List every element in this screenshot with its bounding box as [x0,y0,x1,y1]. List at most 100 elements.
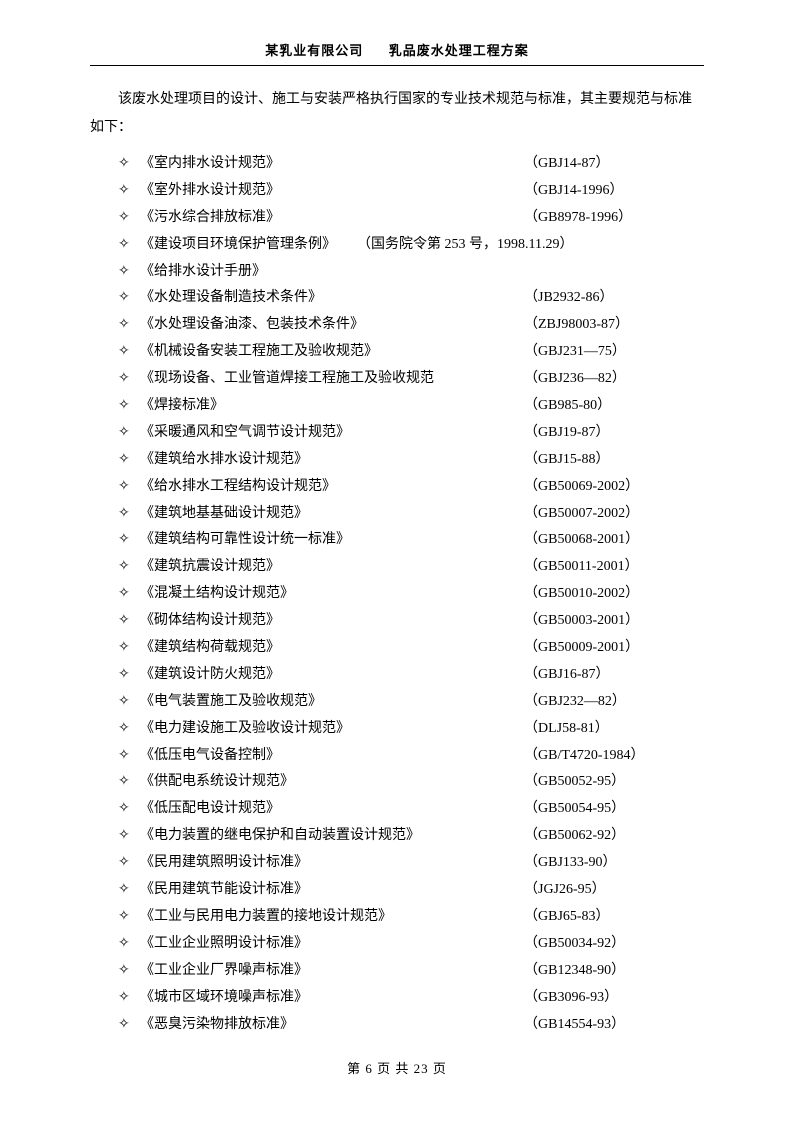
diamond-bullet-icon: ✧ [118,849,140,875]
standard-title: 《混凝土结构设计规范》 [140,581,294,607]
diamond-bullet-icon: ✧ [118,661,140,687]
diamond-bullet-icon: ✧ [118,903,140,929]
list-item: ✧《室外排水设计规范》（GBJ14-1996） [90,177,704,204]
page-header: 某乳业有限公司 乳品废水处理工程方案 [90,40,704,59]
standard-code: （GBJ16-87） [524,662,704,688]
page: 某乳业有限公司 乳品废水处理工程方案 该废水处理项目的设计、施工与安装严格执行国… [0,0,794,1037]
standard-code: （GBJ133-90） [524,850,704,876]
list-item: ✧《电气装置施工及验收规范》 （GBJ232—82） [90,688,704,715]
standard-title: 《建筑结构可靠性设计统一标准》 [140,527,350,553]
diamond-bullet-icon: ✧ [118,688,140,714]
diamond-bullet-icon: ✧ [118,392,140,418]
standard-code: （GB/T4720-1984） [524,743,704,769]
standard-code: （GB50068-2001） [524,527,704,553]
standard-code: （GB3096-93） [524,985,704,1011]
header-left: 某乳业有限公司 [265,43,363,58]
standard-code: （GB50034-92） [524,931,704,957]
standard-title: 《工业企业照明设计标准》 [140,931,308,957]
standard-code: （GBJ236—82） [524,366,704,392]
list-item: ✧《电力装置的继电保护和自动装置设计规范》（GB50062-92） [90,822,704,849]
standard-code: （GBJ232—82） [524,689,704,715]
diamond-bullet-icon: ✧ [118,258,140,284]
diamond-bullet-icon: ✧ [118,876,140,902]
standard-title: 《工业与民用电力装置的接地设计规范》 [140,904,392,930]
footer-page-num: 6 [365,1061,373,1076]
standard-title: 《水处理设备油漆、包装技术条件》 [140,312,364,338]
diamond-bullet-icon: ✧ [118,822,140,848]
diamond-bullet-icon: ✧ [118,553,140,579]
list-item: ✧《建设项目环境保护管理条例》（国务院令第 253 号，1998.11.29） [90,231,704,258]
list-item: ✧《城市区域环境噪声标准》 （GB3096-93） [90,984,704,1011]
standard-title: 《污水综合排放标准》 [140,205,280,231]
standard-title: 《电力建设施工及验收设计规范》 [140,716,350,742]
standard-title: 《低压配电设计规范》 [140,796,280,822]
standard-title: 《恶臭污染物排放标准》 [140,1012,294,1038]
list-item: ✧《建筑设计防火规范》（GBJ16-87） [90,661,704,688]
diamond-bullet-icon: ✧ [118,580,140,606]
diamond-bullet-icon: ✧ [118,365,140,391]
header-divider [90,65,704,66]
standards-list: ✧《室内排水设计规范》（GBJ14-87）✧《室外排水设计规范》（GBJ14-1… [90,150,704,1037]
standard-code: （GBJ231—75） [524,339,704,365]
standard-code: （GBJ19-87） [524,420,704,446]
diamond-bullet-icon: ✧ [118,204,140,230]
list-item: ✧《建筑抗震设计规范》 （GB50011-2001） [90,553,704,580]
standard-title: 《城市区域环境噪声标准》 [140,985,308,1011]
list-item: ✧《工业企业照明设计标准》 （GB50034-92） [90,930,704,957]
standard-code: （GBJ65-83） [524,904,704,930]
standard-title: 《建筑结构荷载规范》 [140,635,280,661]
standard-code: （GB50007-2002） [524,501,704,527]
list-item: ✧《水处理设备油漆、包装技术条件》（ZBJ98003-87） [90,311,704,338]
standard-title: 《建筑给水排水设计规范》 [140,447,308,473]
standard-title: 《建筑抗震设计规范》 [140,554,280,580]
standard-title: 《电气装置施工及验收规范》 [140,689,322,715]
list-item: ✧《民用建筑照明设计标准》（GBJ133-90） [90,849,704,876]
list-item: ✧《采暖通风和空气调节设计规范》（GBJ19-87） [90,419,704,446]
list-item: ✧《低压配电设计规范》（GB50054-95） [90,795,704,822]
diamond-bullet-icon: ✧ [118,768,140,794]
diamond-bullet-icon: ✧ [118,1011,140,1037]
footer-mid: 页 共 [377,1061,409,1076]
diamond-bullet-icon: ✧ [118,984,140,1010]
diamond-bullet-icon: ✧ [118,526,140,552]
standard-code: （GB50011-2001） [524,554,704,580]
list-item: ✧《供配电系统设计规范》（GB50052-95） [90,768,704,795]
header-right: 乳品废水处理工程方案 [389,43,529,58]
list-item: ✧《低压电气设备控制》（GB/T4720-1984） [90,742,704,769]
diamond-bullet-icon: ✧ [118,231,140,257]
diamond-bullet-icon: ✧ [118,930,140,956]
standard-code: （GB50062-92） [524,823,704,849]
list-item: ✧《恶臭污染物排放标准》（GB14554-93） [90,1011,704,1038]
standard-code: （GB50010-2002） [524,581,704,607]
standard-title: 《室内排水设计规范》 [140,151,280,177]
standard-code: （GBJ14-87） [524,151,704,177]
list-item: ✧《污水综合排放标准》（GB8978-1996） [90,204,704,231]
standard-code: （JB2932-86） [524,285,704,311]
standard-code: （DLJ58-81） [524,716,704,742]
standard-title: 《水处理设备制造技术条件》 [140,285,322,311]
list-item: ✧《给排水设计手册》 [90,258,704,285]
diamond-bullet-icon: ✧ [118,177,140,203]
footer-suffix: 页 [433,1061,447,1076]
page-footer: 第 6 页 共 23 页 [0,1058,794,1077]
list-item: ✧《给水排水工程结构设计规范》 （GB50069-2002） [90,473,704,500]
standard-title: 《给排水设计手册》 [140,259,266,285]
standard-title: 《现场设备、工业管道焊接工程施工及验收规范 [140,366,434,392]
diamond-bullet-icon: ✧ [118,500,140,526]
list-item: ✧《电力建设施工及验收设计规范》 （DLJ58-81） [90,715,704,742]
standard-title: 《给水排水工程结构设计规范》 [140,474,336,500]
standard-code: （GB985-80） [524,393,704,419]
standard-title: 《民用建筑节能设计标准》 [140,877,308,903]
standard-code: （GB50052-95） [524,769,704,795]
list-item: ✧《水处理设备制造技术条件》（JB2932-86） [90,284,704,311]
diamond-bullet-icon: ✧ [118,419,140,445]
diamond-bullet-icon: ✧ [118,311,140,337]
diamond-bullet-icon: ✧ [118,473,140,499]
list-item: ✧《民用建筑节能设计标准》（JGJ26-95） [90,876,704,903]
diamond-bullet-icon: ✧ [118,150,140,176]
diamond-bullet-icon: ✧ [118,795,140,821]
diamond-bullet-icon: ✧ [118,715,140,741]
standard-code: （GB50069-2002） [524,474,704,500]
list-item: ✧《机械设备安装工程施工及验收规范》（GBJ231—75） [90,338,704,365]
list-item: ✧《室内排水设计规范》 （GBJ14-87） [90,150,704,177]
